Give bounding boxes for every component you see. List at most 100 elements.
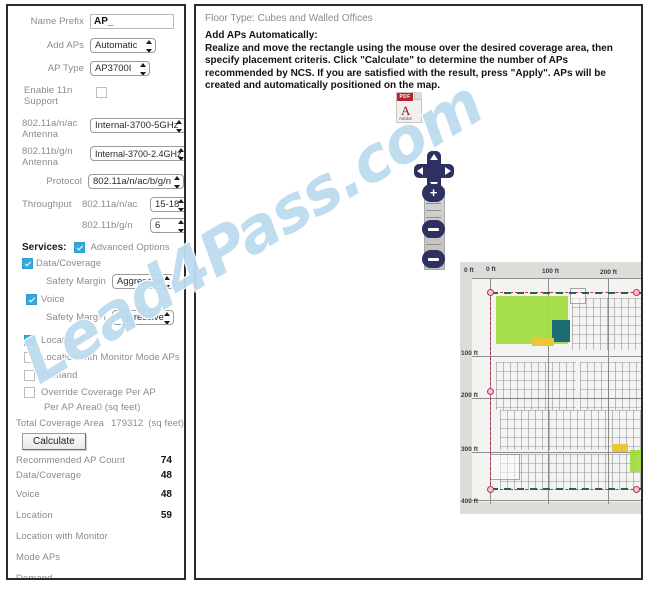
ruler-label-y: 200 ft bbox=[461, 392, 478, 399]
app-root: Name Prefix AP_ Add APs Automatic AP Typ… bbox=[0, 0, 649, 591]
data-coverage-checkbox[interactable] bbox=[22, 258, 33, 269]
throughput-a-value: 15-18 bbox=[155, 199, 180, 210]
add-aps-instructions: Realize and move the rectangle using the… bbox=[205, 43, 613, 92]
enable-11n-checkbox[interactable] bbox=[96, 87, 107, 98]
ruler-label-origin-top: 0 ft bbox=[486, 266, 496, 273]
result-label: Demand bbox=[16, 573, 53, 580]
throughput-b-label: 802.11b/g/n bbox=[82, 220, 133, 231]
ruler-label-origin-left: 0 ft bbox=[464, 267, 474, 274]
pdf-icon[interactable]: PDF A Adobe bbox=[396, 92, 422, 123]
protocol-select[interactable]: 802.11a/n/ac/b/g/n bbox=[88, 174, 184, 189]
result-row: Voice 48 bbox=[16, 484, 184, 505]
voice-margin-row: Safety Margin Aggressive bbox=[46, 310, 174, 325]
antenna-a-label: 802.11a/n/ac Antenna bbox=[22, 118, 78, 140]
override-coverage-checkbox[interactable] bbox=[24, 387, 35, 398]
voice-margin-select[interactable]: Aggressive bbox=[111, 310, 174, 325]
throughput-b-select[interactable]: 6 bbox=[150, 218, 184, 233]
antenna-a-select[interactable]: Internal-3700-5GHz bbox=[90, 118, 184, 133]
total-coverage-label: Total Coverage Area bbox=[16, 418, 104, 429]
chevron-updown-icon bbox=[177, 148, 184, 160]
throughput-b-value: 6 bbox=[155, 220, 161, 231]
floorplan-map[interactable]: 0 ft 0 ft 100 ft 200 ft 300 ft 400 ft 50… bbox=[460, 262, 641, 514]
chevron-updown-icon bbox=[139, 63, 147, 75]
ruler-gridline bbox=[472, 278, 641, 279]
plus-icon: + bbox=[429, 185, 438, 200]
voice-margin-label: Safety Margin bbox=[46, 312, 106, 323]
ap-type-select[interactable]: AP3700I bbox=[90, 61, 150, 76]
antenna-a-value: Internal-3700-5GHz bbox=[95, 120, 179, 131]
result-row: Mode APs bbox=[16, 547, 184, 568]
advanced-options-checkbox[interactable] bbox=[74, 242, 86, 253]
selection-handle[interactable] bbox=[487, 486, 494, 493]
location-checkbox[interactable] bbox=[24, 335, 35, 346]
minus-icon bbox=[428, 258, 439, 261]
zoom-out-button[interactable] bbox=[422, 250, 445, 268]
location-monitor-checkbox[interactable] bbox=[24, 352, 35, 363]
add-aps-label: Add APs bbox=[46, 40, 84, 51]
result-row: Location with Monitor bbox=[16, 526, 184, 547]
protocol-label: Protocol bbox=[46, 176, 82, 187]
add-aps-select[interactable]: Automatic bbox=[90, 38, 156, 53]
result-row: Location 59 bbox=[16, 505, 184, 526]
pan-pad-center[interactable] bbox=[425, 162, 443, 180]
data-coverage-label: Data/Coverage bbox=[36, 258, 102, 269]
ap-type-value: AP3700I bbox=[95, 63, 132, 74]
service-voice-row[interactable]: Voice bbox=[26, 294, 65, 305]
total-coverage-value: 179312 bbox=[110, 418, 144, 429]
calculate-button[interactable]: Calculate bbox=[22, 433, 86, 450]
service-location-row[interactable]: Location bbox=[24, 335, 78, 346]
chevron-updown-icon bbox=[163, 276, 171, 288]
result-value: 74 bbox=[160, 455, 172, 466]
pan-up-icon[interactable] bbox=[429, 154, 438, 160]
chevron-updown-icon bbox=[177, 220, 184, 232]
selection-handle[interactable] bbox=[487, 388, 494, 395]
throughput-a-select[interactable]: 15-18 bbox=[150, 197, 184, 212]
name-prefix-label: Name Prefix bbox=[30, 16, 84, 27]
selection-handle[interactable] bbox=[487, 289, 494, 296]
floor-type-label: Floor Type: Cubes and Walled Offices bbox=[205, 13, 373, 24]
service-location-monitor-row[interactable]: Location with Monitor Mode APs bbox=[24, 352, 180, 363]
voice-checkbox[interactable] bbox=[26, 294, 37, 305]
total-coverage-row: Total Coverage Area 179312 (sq feet) bbox=[16, 418, 185, 429]
total-coverage-units: (sq feet) bbox=[148, 418, 185, 429]
chevron-updown-icon bbox=[163, 312, 171, 324]
location-monitor-label: Location with Monitor Mode APs bbox=[41, 352, 180, 363]
service-data-coverage-row[interactable]: Data/Coverage bbox=[22, 258, 101, 269]
pan-left-icon[interactable] bbox=[417, 166, 423, 175]
map-panel: Floor Type: Cubes and Walled Offices Add… bbox=[194, 4, 643, 580]
zoom-slider-handle[interactable] bbox=[422, 220, 445, 238]
services-header-row: Services: Advanced Options bbox=[22, 242, 170, 253]
chevron-updown-icon bbox=[175, 120, 183, 132]
zoom-in-button[interactable]: + bbox=[422, 184, 445, 202]
add-aps-title: Add APs Automatically: bbox=[205, 30, 318, 41]
add-aps-value: Automatic bbox=[95, 40, 138, 51]
map-nav-control[interactable]: + bbox=[411, 148, 457, 270]
pdf-badge-text: PDF bbox=[399, 94, 411, 100]
demand-checkbox[interactable] bbox=[24, 370, 35, 381]
protocol-row: Protocol 802.11a/n/ac/b/g/n bbox=[16, 174, 184, 189]
override-coverage-row[interactable]: Override Coverage Per AP bbox=[24, 387, 156, 398]
selection-edge-top bbox=[491, 292, 641, 294]
result-value: 48 bbox=[160, 470, 172, 481]
ruler-label-y: 300 ft bbox=[461, 446, 478, 453]
pan-right-icon[interactable] bbox=[445, 166, 451, 175]
voice-margin-value: Aggressive bbox=[116, 312, 164, 323]
chevron-updown-icon bbox=[173, 176, 181, 188]
location-label: Location bbox=[41, 335, 78, 346]
ap-placement-form-panel: Name Prefix AP_ Add APs Automatic AP Typ… bbox=[6, 4, 186, 580]
throughput-label: Throughput bbox=[22, 199, 72, 210]
data-coverage-margin-value: Aggressive bbox=[116, 276, 164, 287]
data-coverage-margin-select[interactable]: Aggressive bbox=[111, 274, 174, 289]
antenna-b-select[interactable]: Internal-3700-2.4GHz bbox=[90, 146, 184, 161]
name-prefix-input[interactable]: AP_ bbox=[90, 14, 174, 29]
selection-handle[interactable] bbox=[633, 486, 640, 493]
result-label: Data/Coverage bbox=[16, 470, 82, 481]
results-list: Recommended AP Count 74 Data/Coverage 48… bbox=[16, 454, 184, 580]
result-row: Demand bbox=[16, 568, 184, 580]
coverage-selection-rectangle[interactable] bbox=[487, 289, 641, 493]
service-demand-row[interactable]: Demand bbox=[24, 370, 78, 381]
per-ap-area-label: Per AP Area0 (sq feet) bbox=[44, 402, 141, 413]
selection-handle[interactable] bbox=[633, 289, 640, 296]
result-row: Data/Coverage 48 bbox=[16, 467, 184, 484]
ruler-label-y: 100 ft bbox=[461, 350, 478, 357]
